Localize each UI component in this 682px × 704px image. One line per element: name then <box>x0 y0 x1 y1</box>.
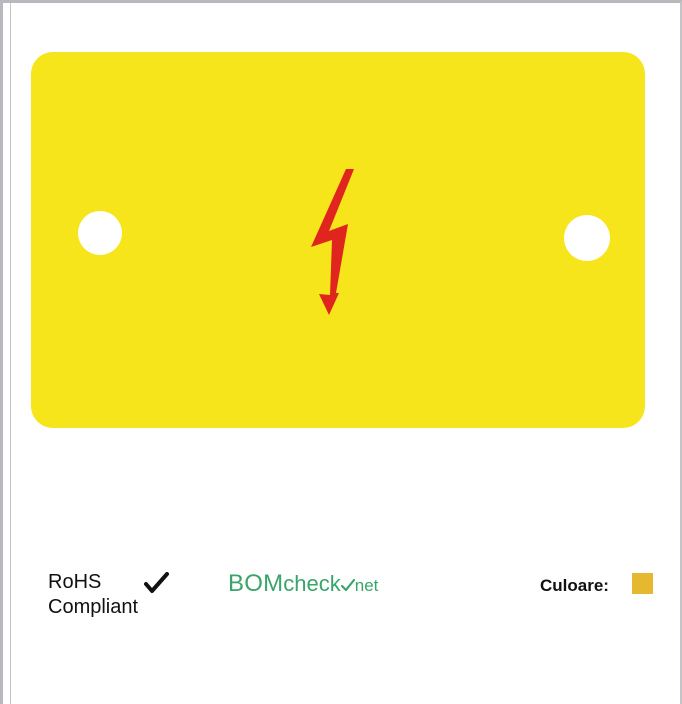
rohs-label: RoHS <box>48 571 102 593</box>
bomcheck-logo[interactable]: BOMcheck net <box>228 570 378 604</box>
bomcheck-logo-part1: BOM <box>228 570 284 597</box>
bomcheck-tick-icon <box>340 578 355 592</box>
checkmark-icon <box>144 572 169 593</box>
product-image <box>31 52 645 428</box>
rohs-compliant-badge: RoHS Compliant <box>48 570 188 626</box>
mounting-hole-right <box>564 215 610 261</box>
mounting-hole-left <box>78 211 122 255</box>
frame-divider <box>10 3 11 704</box>
color-swatch <box>632 573 653 594</box>
bomcheck-logo-part3: net <box>354 576 379 595</box>
color-label: Culoare: <box>540 576 609 595</box>
compliant-label: Compliant <box>48 596 139 618</box>
bomcheck-logo-part2: check <box>283 571 341 596</box>
